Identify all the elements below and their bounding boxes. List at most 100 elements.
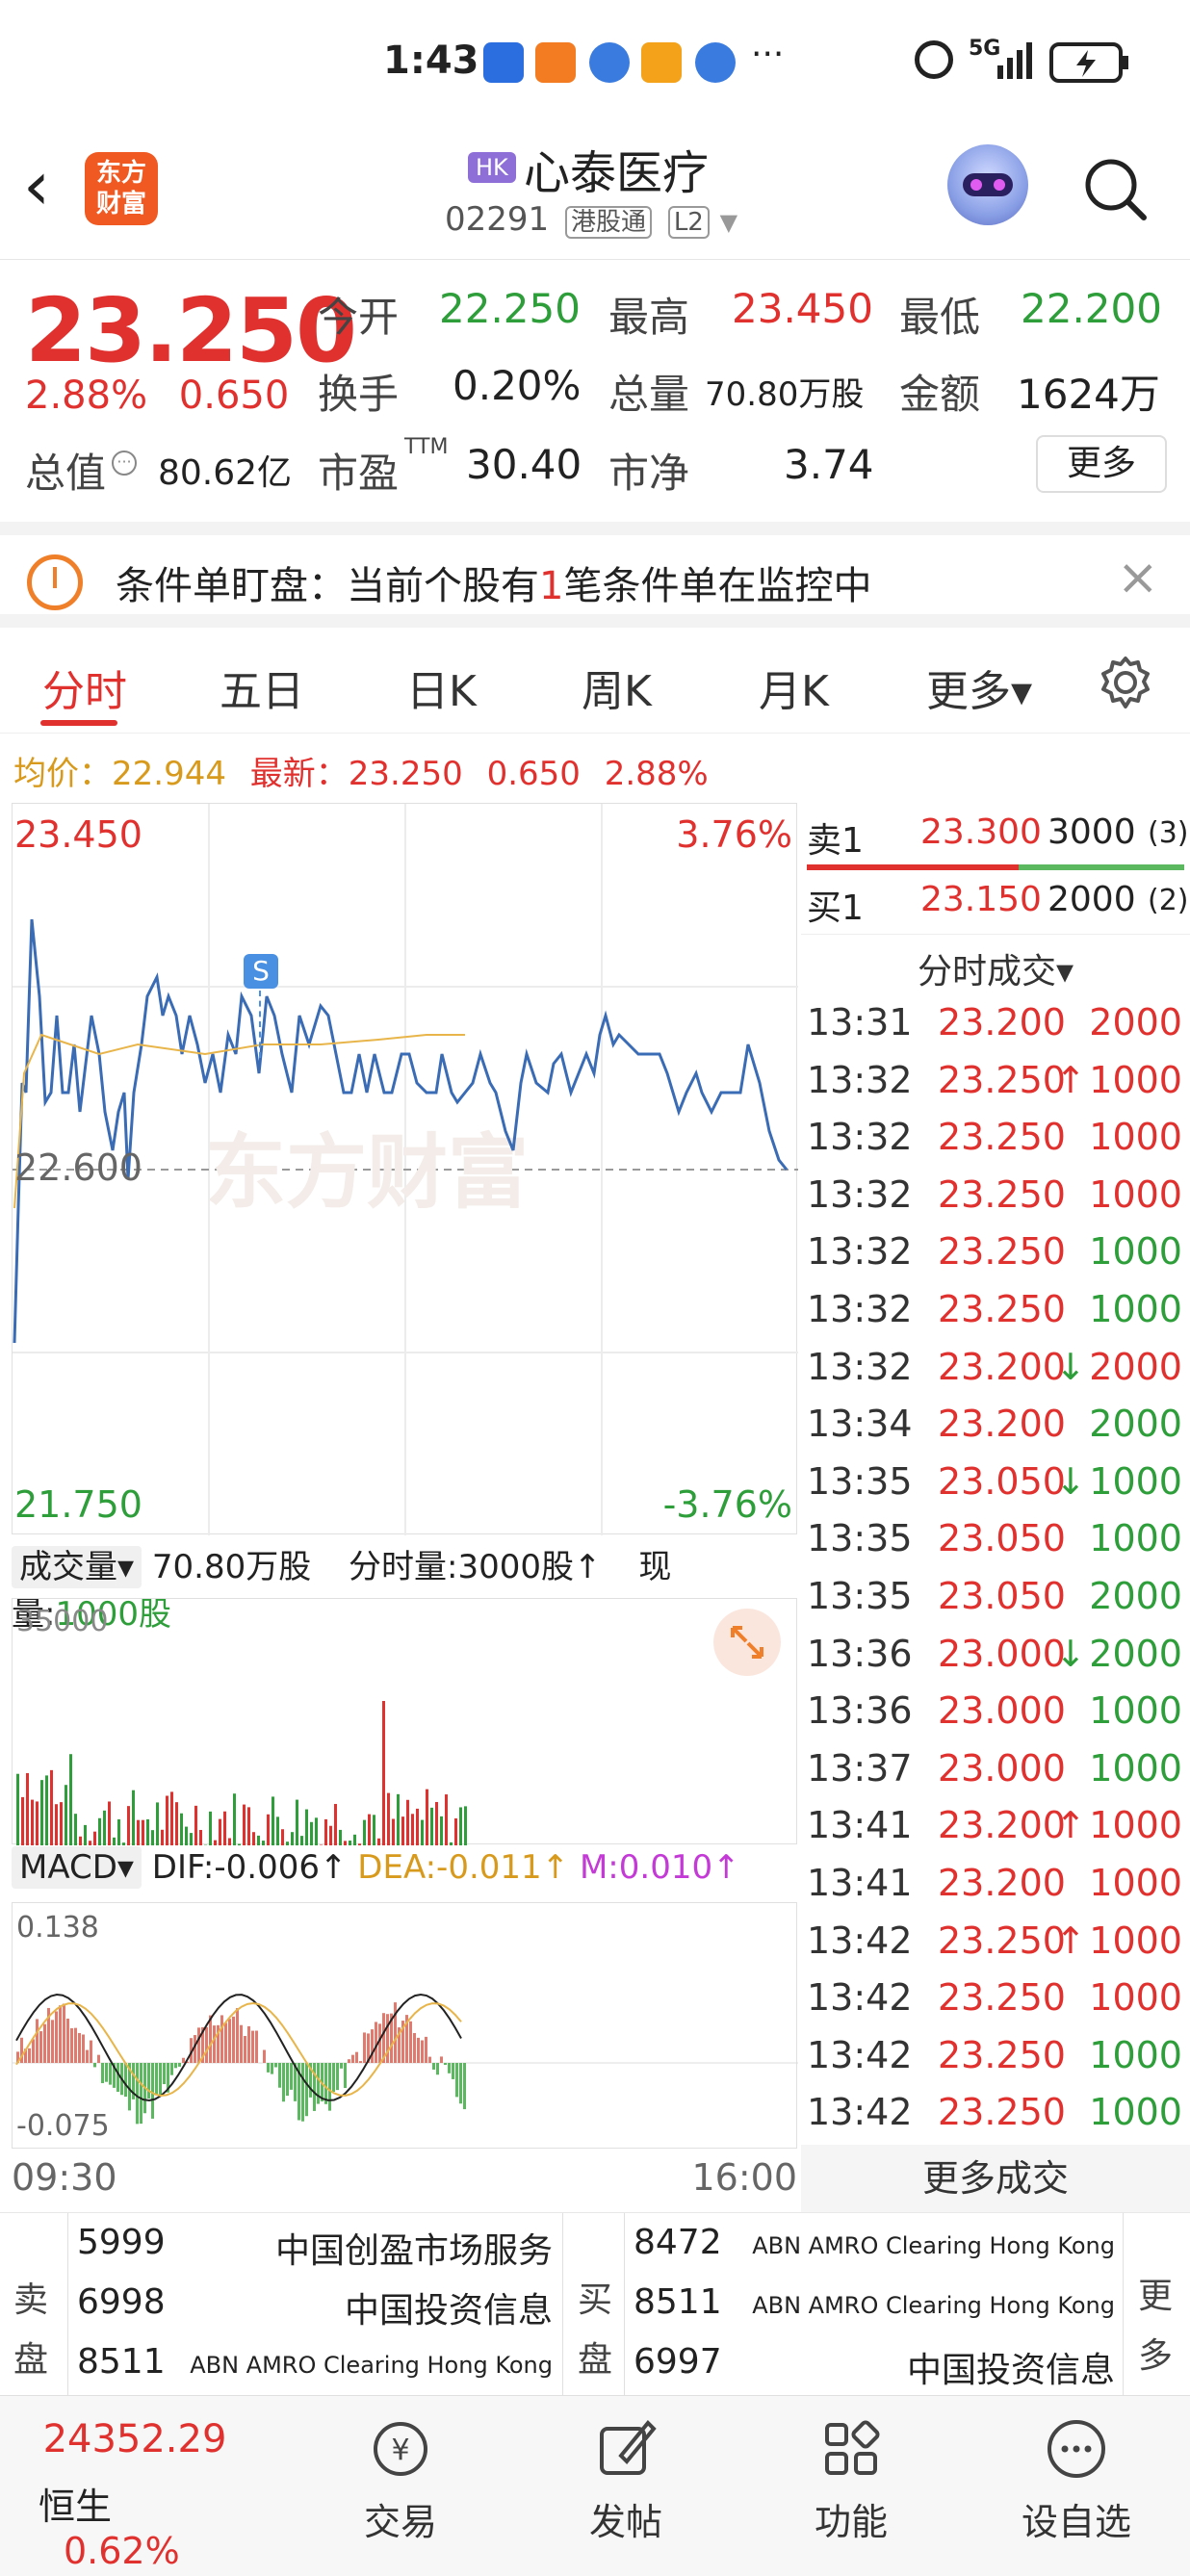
sell-broker-row[interactable]: 5999 中国创盈市场服务 <box>77 2223 553 2280</box>
volume-chart[interactable]: 35000 <box>12 1598 797 1845</box>
tab-five-day[interactable]: 五日 <box>220 657 304 718</box>
change-amount: 0.650 <box>178 374 290 418</box>
sell-broker-row[interactable]: 8511 ABN AMRO Clearing Hong Kong <box>77 2342 553 2400</box>
volume-value: 70.80万股 <box>705 375 865 414</box>
clock-alert-icon <box>27 554 83 610</box>
index-name: 恒生 <box>39 2486 113 2528</box>
trade-row: 13:41 23.200 1000 <box>801 1862 1186 1919</box>
volume-bar <box>79 1836 82 1845</box>
gear-icon[interactable] <box>1098 655 1153 710</box>
macd-selector[interactable]: MACD▾ <box>12 1846 142 1889</box>
tab-intraday[interactable]: 分时 <box>42 657 127 718</box>
close-icon[interactable]: × <box>1117 549 1159 606</box>
nav-add-watchlist[interactable]: 设自选 <box>999 2415 1153 2545</box>
volume-bar <box>108 1801 111 1845</box>
volume-selector[interactable]: 成交量▾ <box>12 1546 142 1588</box>
volume-bar <box>175 1802 178 1845</box>
more-quote-button[interactable]: 更多 <box>1036 435 1167 493</box>
macd-bar <box>159 2063 162 2096</box>
broker-id: 6998 <box>77 2282 166 2322</box>
buy-broker-row[interactable]: 8472 ABN AMRO Clearing Hong Kong <box>634 2223 1115 2280</box>
buy-broker-row[interactable]: 8511 ABN AMRO Clearing Hong Kong <box>634 2282 1115 2340</box>
volume-bar <box>358 1843 361 1845</box>
info-icon[interactable]: ··· <box>112 451 137 476</box>
trade-time: 13:41 <box>807 1862 913 1904</box>
tab-daily-k[interactable]: 日K <box>406 657 477 718</box>
trade-row: 13:35 23.050 ↓ 1000 <box>801 1460 1186 1518</box>
macd-bar <box>425 2036 427 2063</box>
intraday-chart[interactable]: 东方财富 23.450 3.76% 22.600 21.750 -3.76% S <box>12 803 798 1535</box>
pb-label: 市净 <box>608 450 690 497</box>
watermark: 东方财富 <box>205 1125 529 1220</box>
chart-mid-price: 22.600 <box>14 1146 142 1189</box>
chevron-down-icon[interactable]: ▼ <box>720 209 737 236</box>
trade-volume: 1000 <box>1089 1517 1182 1560</box>
trade-price: 23.250 <box>938 1976 1066 2020</box>
macd-bar <box>66 2018 69 2063</box>
last-value: 23.250 <box>348 755 463 793</box>
more-trades-button[interactable]: 更多成交 <box>801 2145 1190 2212</box>
volume-bar <box>50 1769 53 1845</box>
logo-text: 东方 <box>95 159 146 188</box>
macd-bar <box>409 2021 412 2063</box>
macd-bar <box>116 2063 119 2092</box>
trade-row: 13:32 23.250 1000 <box>801 1116 1186 1173</box>
trade-volume: 2000 <box>1089 1345 1182 1388</box>
time-axis: 09:30 16:00 <box>12 2156 797 2204</box>
volume-bar <box>435 1801 438 1845</box>
search-icon[interactable] <box>1080 154 1150 223</box>
volume-bar <box>84 1824 87 1845</box>
macd-bar <box>105 2063 108 2082</box>
macd-bar <box>70 2028 73 2063</box>
buy-broker-row[interactable]: 6997 中国投资信息 <box>634 2342 1115 2400</box>
index-ticker[interactable]: 24352.29 恒生 0.62% <box>39 2417 231 2572</box>
macd-bar <box>313 2063 316 2111</box>
trade-price: 23.200 <box>938 1804 1066 1847</box>
volume-bar <box>74 1814 77 1845</box>
trade-price: 23.200 <box>938 1345 1066 1388</box>
tab-weekly-k[interactable]: 周K <box>582 657 652 718</box>
broker-name: ABN AMRO Clearing Hong Kong <box>190 2352 553 2379</box>
bid-label: 买1 <box>807 889 864 928</box>
tab-more[interactable]: 更多▾ <box>926 657 1032 718</box>
eastmoney-logo[interactable]: 东方 财富 <box>85 152 158 225</box>
nav-trade[interactable]: ¥ 交易 <box>323 2415 478 2545</box>
macd-bar <box>93 2063 96 2068</box>
macd-bar <box>324 2063 327 2104</box>
volume-bar <box>315 1817 318 1845</box>
volume-bar <box>31 1799 34 1845</box>
bid-count: (2) <box>1148 884 1189 917</box>
volume-bar <box>127 1806 130 1845</box>
volume-bar <box>286 1842 289 1845</box>
order-book: 卖1 23.300 3000 (3) 买1 23.150 2000 (2) 分时… <box>801 803 1190 2212</box>
nav-post[interactable]: 发帖 <box>549 2415 703 2545</box>
macd-chart[interactable]: 0.138 -0.075 <box>12 1902 798 2149</box>
macd-bar <box>228 2019 231 2063</box>
macd-dif: DIF:-0.006↑ <box>151 1848 348 1887</box>
trade-time: 13:42 <box>807 2033 913 2076</box>
nav-function[interactable]: 功能 <box>774 2415 928 2545</box>
assistant-robot-icon[interactable] <box>947 144 1028 225</box>
chart-top-pct: 3.76% <box>676 813 792 856</box>
volume-bar <box>382 1701 385 1845</box>
trade-time: 13:31 <box>807 1001 913 1043</box>
tab-monthly-k[interactable]: 月K <box>759 657 829 718</box>
back-icon[interactable]: ‹ <box>23 152 50 219</box>
macd-bar <box>236 2008 239 2063</box>
volume-bar <box>36 1801 39 1845</box>
more-brokers-button[interactable]: 更多 <box>1138 2267 1173 2386</box>
open-value: 22.250 <box>439 285 581 332</box>
trade-volume: 2000 <box>1089 1001 1182 1043</box>
volume-bar <box>98 1817 101 1845</box>
volume-bar <box>320 1844 323 1845</box>
volume-bar <box>185 1826 188 1845</box>
volume-bar <box>276 1816 279 1845</box>
signal-marker[interactable]: S <box>244 954 278 989</box>
macd-bar <box>444 2063 447 2066</box>
volume-bar <box>454 1817 457 1845</box>
sell-broker-row[interactable]: 6998 中国投资信息 <box>77 2282 553 2340</box>
stock-code-line: 02291 港股通 L2 ▼ <box>445 200 737 239</box>
ticks-title[interactable]: 分时成交▾ <box>801 943 1190 993</box>
macd-bar <box>43 2023 46 2063</box>
condition-order-bar[interactable]: 条件单盯盘：当前个股有1笔条件单在监控中 × <box>0 522 1190 628</box>
